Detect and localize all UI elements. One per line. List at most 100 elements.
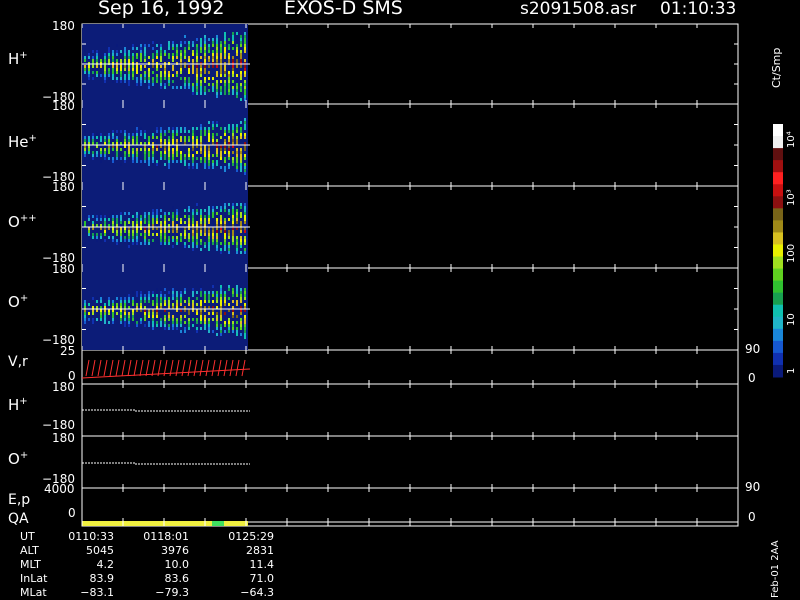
o-plusplus-cell [168, 212, 170, 215]
he-plus-cell [124, 157, 126, 160]
o-plus-cell [164, 294, 166, 297]
o-plusplus-cell [112, 221, 114, 224]
he-plus-cell [244, 121, 246, 124]
o-plus-cell [124, 324, 126, 327]
o-plus-cell [112, 321, 114, 324]
h-plus-cell [172, 68, 174, 71]
he-plus-cell [124, 160, 126, 163]
o-plus-cell [152, 321, 154, 324]
h-plus-cell [140, 68, 142, 71]
o-plus-cell [188, 312, 190, 315]
o-plusplus-cell [104, 221, 106, 224]
o-plusplus-cell [172, 221, 174, 224]
h-plus-cell [196, 80, 198, 83]
h-plus-cell [92, 50, 94, 53]
o-plusplus-cell [216, 218, 218, 221]
he-plus-cell [208, 139, 210, 142]
colorbar-swatch [773, 220, 783, 233]
h-plus-cell [200, 74, 202, 77]
o-plus-cell [220, 297, 222, 300]
o-plus-cell [228, 324, 230, 327]
o-plus-cell [244, 315, 246, 318]
o-plusplus-cell [160, 233, 162, 236]
h-plus-cell [172, 56, 174, 59]
h-plus-cell [240, 83, 242, 86]
h-plus-cell [124, 74, 126, 77]
he-plus-cell [88, 157, 90, 160]
vr-spike [241, 359, 246, 377]
h-plus-cell [220, 80, 222, 83]
h-plus-cell [200, 83, 202, 86]
he-plus-cell [148, 157, 150, 160]
h-plus-cell [212, 44, 214, 47]
o-plus-cell [192, 303, 194, 306]
o-plus-cell [164, 297, 166, 300]
he-plus-cell [232, 139, 234, 142]
o-plus-2-panel [81, 435, 739, 489]
o-plusplus-cell [232, 236, 234, 239]
h-plus-cell [132, 71, 134, 74]
h-plus-cell [188, 59, 190, 62]
h-plus-cell [192, 86, 194, 89]
o-plusplus-cell [176, 218, 178, 221]
he-plus-cell [140, 127, 142, 130]
he-plus-cell [112, 130, 114, 133]
colorbar [773, 124, 783, 378]
he-plus-cell [200, 151, 202, 154]
h-plus-cell [120, 74, 122, 77]
h-plus-cell [108, 56, 110, 59]
h-plus-cell [224, 80, 226, 83]
h-plus-cell [152, 77, 154, 80]
o-plus-cell [164, 327, 166, 330]
o-plus-cell [92, 318, 94, 321]
he-plus-cell [196, 136, 198, 139]
h-plus-cell [160, 50, 162, 53]
he-plus-cell [208, 121, 210, 124]
he-plus-cell [196, 151, 198, 154]
he-plus-cell [180, 160, 182, 163]
h-plus-cell [128, 56, 130, 59]
he-plus-cell [220, 136, 222, 139]
h-plus-cell [120, 68, 122, 71]
h-plus-cell [228, 47, 230, 50]
o-plusplus-cell [244, 239, 246, 242]
qa-label: QA [8, 511, 29, 527]
o-plus-cell [140, 294, 142, 297]
o-plus-cell [128, 318, 130, 321]
o-plusplus-cell [240, 251, 242, 254]
o-plus-cell [216, 327, 218, 330]
he-plus-cell [100, 151, 102, 154]
o-plus-cell [120, 300, 122, 303]
h-plus-cell [208, 65, 210, 68]
o-plus-cell [212, 285, 214, 288]
o-plusplus-cell [92, 236, 94, 239]
he-plus-cell [172, 157, 174, 160]
he-plus-cell [208, 157, 210, 160]
he-plus-cell [244, 172, 246, 175]
o-plus-cell [232, 321, 234, 324]
he-plus-cell [172, 136, 174, 139]
colorbar-swatch [773, 304, 783, 318]
o-plus-cell [84, 300, 86, 303]
h-plus-cell [216, 71, 218, 74]
o-plusplus-cell [92, 233, 94, 236]
he-plus-cell [112, 136, 114, 139]
o-plus-cell [192, 294, 194, 297]
o-plusplus-cell [228, 245, 230, 248]
he-plus-cell [228, 124, 230, 127]
o-plusplus-cell [236, 242, 238, 245]
he-plus-cell [244, 163, 246, 166]
he-plus-cell [236, 154, 238, 157]
o-plus-cell [188, 318, 190, 321]
h-plus-cell [196, 44, 198, 47]
vr-spike [85, 359, 90, 377]
h-plus-cell [136, 71, 138, 74]
o-plus-cell [240, 321, 242, 324]
h-plus-cell [224, 68, 226, 71]
h-plus-cell [160, 71, 162, 74]
o-plus-cell [144, 294, 146, 297]
h-plus-cell [124, 53, 126, 56]
h-plus-cell [84, 50, 86, 53]
o-plus-cell [84, 318, 86, 321]
he-plus-cell [84, 139, 86, 142]
